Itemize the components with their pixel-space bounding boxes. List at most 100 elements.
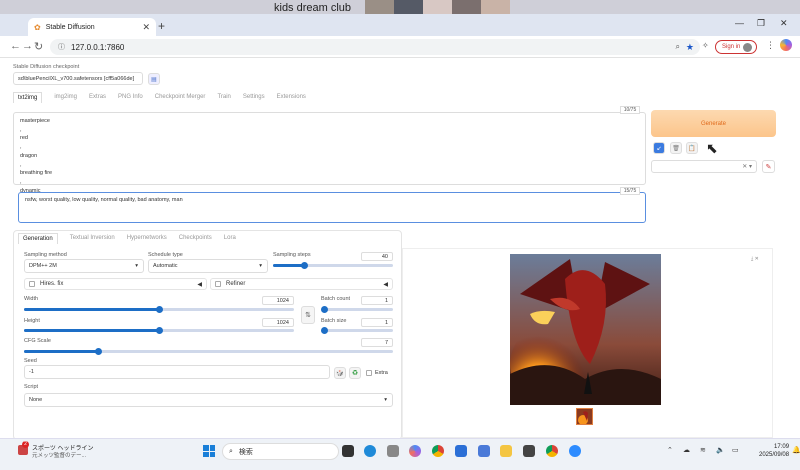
width-slider[interactable] — [24, 306, 294, 313]
swap-dimensions-button[interactable]: ⇅ — [301, 306, 315, 324]
bookmark-star-icon[interactable]: ★ — [686, 42, 694, 53]
tab-checkpoints[interactable]: Checkpoints — [179, 235, 212, 244]
height-slider[interactable] — [24, 327, 294, 334]
cloud-icon[interactable]: ☁ — [683, 446, 690, 454]
tab-lora[interactable]: Lora — [224, 235, 236, 244]
tab-extras[interactable]: Extras — [89, 94, 106, 103]
width-input[interactable]: 1024 — [262, 296, 294, 305]
close-icon[interactable]: ✕ — [142, 22, 150, 33]
file-explorer-icon[interactable] — [500, 445, 512, 457]
minimize-icon[interactable]: — — [735, 18, 744, 28]
edge-icon[interactable] — [364, 445, 376, 457]
edit-styles-button[interactable]: ✎ — [762, 160, 775, 173]
cfg-scale-slider[interactable] — [24, 348, 393, 355]
battery-icon[interactable]: ▭ — [732, 446, 739, 454]
random-seed-button[interactable]: 🎲 — [334, 367, 346, 379]
height-input[interactable]: 1024 — [262, 318, 294, 327]
back-icon[interactable]: ← — [10, 40, 21, 52]
slider-handle[interactable] — [156, 327, 163, 334]
forward-icon[interactable]: → — [22, 40, 33, 52]
trash-button[interactable]: 🗑 — [670, 142, 682, 154]
browser-tab[interactable]: ✿ Stable Diffusion ✕ — [28, 18, 156, 36]
refiner-accordion[interactable]: Refiner ◀ — [210, 278, 393, 290]
tab-img2img[interactable]: img2img — [54, 94, 77, 103]
schedule-type-select[interactable]: Automatic ▾ — [148, 259, 268, 273]
copilot-icon[interactable] — [409, 445, 421, 457]
negative-prompt-input[interactable]: nsfw, worst quality, low quality, normal… — [18, 192, 646, 223]
seed-input[interactable]: -1 — [24, 365, 330, 379]
tab-checkpoint-merger[interactable]: Checkpoint Merger — [155, 94, 206, 103]
dice-icon: 🎲 — [336, 370, 344, 377]
generate-button[interactable]: Generate — [651, 110, 776, 137]
batch-count-slider[interactable] — [321, 306, 393, 313]
height-label: Height — [24, 318, 40, 324]
sign-in-button[interactable]: Sign in — [715, 40, 758, 54]
mail-icon[interactable] — [455, 445, 467, 457]
chrome-active-icon[interactable] — [546, 445, 558, 457]
store-icon[interactable] — [478, 445, 490, 457]
refiner-checkbox[interactable] — [215, 281, 221, 287]
styles-select[interactable]: ✕ ▾ — [651, 160, 757, 173]
prompt-input[interactable]: masterpiece , red , dragon , breathing f… — [13, 112, 646, 194]
generated-dragon-image[interactable] — [510, 254, 661, 405]
notifications-icon[interactable]: 🔔 — [792, 446, 800, 454]
kebab-menu-icon[interactable]: ⋮ — [766, 40, 775, 51]
chrome-icon[interactable] — [432, 445, 444, 457]
task-view-icon[interactable] — [342, 445, 354, 457]
reuse-seed-button[interactable]: ♻ — [349, 367, 361, 379]
tab-generation[interactable]: Generation — [18, 233, 58, 244]
extensions-icon[interactable]: ✧ — [702, 41, 709, 50]
tab-settings[interactable]: Settings — [243, 94, 265, 103]
site-info-icon[interactable]: ⓘ — [58, 42, 65, 52]
checkpoint-select[interactable]: sd\bluePencilXL_v700.safetensors [cff5a0… — [13, 72, 143, 85]
maximize-icon[interactable]: ❐ — [757, 18, 765, 29]
zoom-icon[interactable]: ⌕ — [675, 42, 679, 52]
window-close-icon[interactable]: ✕ — [780, 18, 788, 29]
clipboard-button[interactable]: 📋 — [686, 142, 698, 154]
tab-textual-inversion[interactable]: Textual Inversion — [70, 235, 115, 244]
sampling-steps-slider[interactable] — [273, 262, 393, 269]
news-subtitle[interactable]: 元メッツ監督のデー... — [32, 451, 86, 459]
sampling-steps-input[interactable]: 40 — [361, 252, 393, 261]
slider-handle[interactable] — [321, 306, 328, 313]
script-select[interactable]: None ▾ — [24, 393, 393, 407]
batch-size-slider[interactable] — [321, 327, 393, 334]
sampling-method-select[interactable]: DPM++ 2M ▾ — [24, 259, 144, 273]
hires-fix-accordion[interactable]: Hires. fix ◀ — [24, 278, 207, 290]
slider-handle[interactable] — [156, 306, 163, 313]
refresh-checkpoint-button[interactable]: ▤ — [148, 73, 160, 85]
media-icon[interactable] — [523, 445, 535, 457]
slider-handle[interactable] — [301, 262, 308, 269]
taskbar-search[interactable]: ⌕ 検索 — [222, 443, 339, 460]
reload-icon[interactable]: ↻ — [34, 40, 43, 53]
read-params-button[interactable]: ↙ — [653, 142, 665, 154]
image-thumbnail[interactable] — [576, 408, 593, 425]
slider-handle[interactable] — [95, 348, 102, 355]
windows-start-icon[interactable] — [203, 445, 215, 457]
slider-handle[interactable] — [321, 327, 328, 334]
tray-chevron-icon[interactable]: ⌃ — [667, 446, 673, 454]
assistant-icon[interactable] — [780, 39, 792, 51]
cfg-scale-input[interactable]: 7 — [361, 338, 393, 347]
extra-checkbox[interactable] — [366, 370, 372, 376]
app-icon[interactable] — [387, 445, 399, 457]
tab-png-info[interactable]: PNG Info — [118, 94, 143, 103]
hires-fix-checkbox[interactable] — [29, 281, 35, 287]
wifi-icon[interactable]: ≋ — [700, 446, 706, 454]
batch-size-input[interactable]: 1 — [361, 318, 393, 327]
tab-train[interactable]: Train — [217, 94, 230, 103]
new-tab-icon[interactable]: + — [158, 19, 165, 33]
taskbar-clock[interactable]: 17:09 2025/09/08 — [759, 443, 789, 459]
clear-icon[interactable]: ✕ ▾ — [742, 163, 752, 170]
prompt-token-count: 10/75 — [620, 106, 640, 114]
seed-label: Seed — [24, 358, 37, 364]
address-bar[interactable]: ⓘ 127.0.0.1:7860 ⌕ ★ — [50, 39, 700, 55]
batch-count-input[interactable]: 1 — [361, 296, 393, 305]
tab-hypernetworks[interactable]: Hypernetworks — [127, 235, 167, 244]
zoom-app-icon[interactable] — [569, 445, 581, 457]
tab-extensions[interactable]: Extensions — [277, 94, 306, 103]
volume-icon[interactable]: 🔈 — [716, 446, 725, 454]
preview-controls[interactable]: ⤓ ✕ — [751, 256, 759, 262]
extra-seed-toggle[interactable]: Extra — [366, 370, 388, 376]
tab-txt2img[interactable]: txt2img — [13, 92, 43, 103]
